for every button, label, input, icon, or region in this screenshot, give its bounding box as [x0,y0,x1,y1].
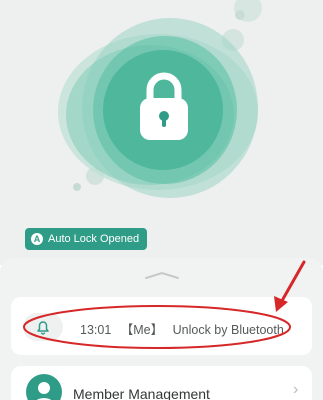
sheet-drag-handle[interactable] [144,270,180,280]
record-time: 13:01 [80,323,112,337]
member-management-label: Member Management [73,386,210,400]
bell-icon [37,321,49,335]
lock-hero: A Auto Lock Opened [0,0,323,265]
chevron-right-icon[interactable]: › [293,381,298,399]
padlock-icon[interactable] [136,70,192,142]
record-user: 【Me】 [120,323,164,337]
auto-lock-icon: A [31,233,43,245]
app-screen: A Auto Lock Opened 13:01 【Me】 Unlock by … [0,0,323,400]
record-action: Unlock by Bluetooth [172,323,284,337]
bell-icon-container [23,313,63,341]
auto-lock-label: Auto Lock Opened [48,233,140,245]
unlock-record-text: 13:01 【Me】 Unlock by Bluetooth [80,319,290,338]
auto-lock-status-badge: A Auto Lock Opened [25,228,148,250]
